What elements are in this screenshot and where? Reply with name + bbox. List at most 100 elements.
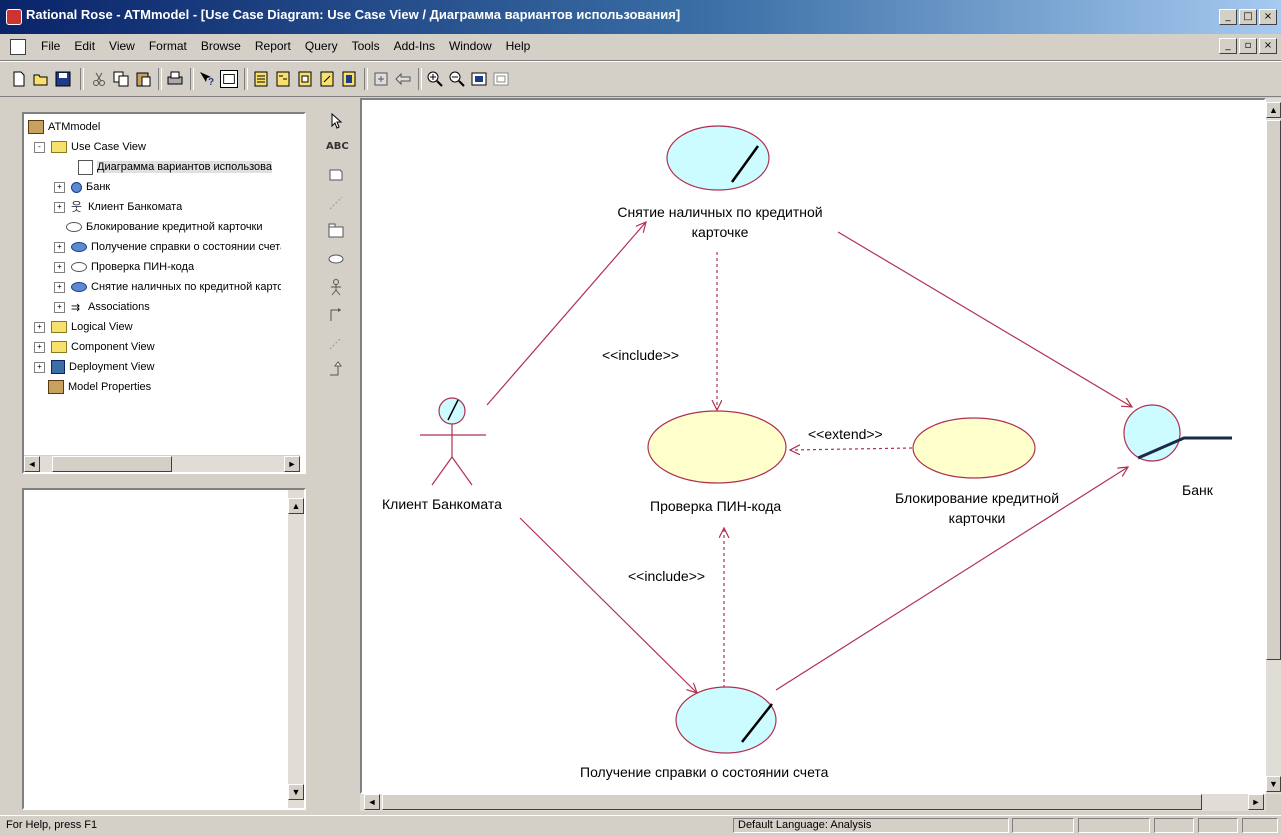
tree-item[interactable]: + Снятие наличных по кредитной карточке xyxy=(54,278,281,296)
expand-icon[interactable]: + xyxy=(34,321,45,333)
zoom-out-icon[interactable] xyxy=(448,70,466,88)
diagram-hscrollbar[interactable]: ◄ ► xyxy=(360,794,1266,811)
use-case-balance[interactable] xyxy=(675,686,777,754)
text-box-tool[interactable]: ABC xyxy=(326,137,349,157)
scroll-thumb[interactable] xyxy=(382,794,1202,810)
browse-previous-icon[interactable] xyxy=(372,70,390,88)
generalization-icon[interactable] xyxy=(326,359,346,379)
menu-tools[interactable]: Tools xyxy=(345,39,387,53)
tree-item[interactable]: Блокирование кредитной карточки xyxy=(66,218,263,236)
tree-item[interactable]: ATMmodel xyxy=(28,118,100,136)
use-case-diagram-canvas[interactable]: Снятие наличных по кредитной карточке <<… xyxy=(360,98,1266,794)
actor-tool-icon[interactable] xyxy=(326,277,346,297)
view-doc-icon[interactable] xyxy=(220,70,238,88)
tree-item[interactable]: + Logical View xyxy=(34,318,133,336)
browse-deployment-diagram-icon[interactable] xyxy=(318,70,336,88)
child-close-button[interactable]: × xyxy=(1259,38,1277,54)
zoom-in-icon[interactable] xyxy=(426,70,444,88)
paste-icon[interactable] xyxy=(134,70,152,88)
new-icon[interactable] xyxy=(10,70,28,88)
collapse-icon[interactable]: - xyxy=(34,141,45,153)
menu-window[interactable]: Window xyxy=(442,39,499,53)
open-icon[interactable] xyxy=(32,70,50,88)
scroll-left-button[interactable]: ◄ xyxy=(24,456,40,472)
browse-interaction-diagram-icon[interactable] xyxy=(274,70,292,88)
scroll-thumb[interactable] xyxy=(52,456,172,472)
expand-icon[interactable]: + xyxy=(54,201,65,213)
use-case-pin[interactable] xyxy=(647,410,787,484)
tree-item[interactable]: + 웃 Клиент Банкомата xyxy=(54,198,182,216)
browse-component-diagram-icon[interactable] xyxy=(296,70,314,88)
expand-icon[interactable]: + xyxy=(54,181,65,193)
menu-report[interactable]: Report xyxy=(248,39,298,53)
expand-icon[interactable]: + xyxy=(54,281,65,293)
dependency-icon[interactable] xyxy=(326,333,346,353)
context-help-icon[interactable]: ? xyxy=(198,70,216,88)
print-icon[interactable] xyxy=(166,70,184,88)
tree-item[interactable]: + Банк xyxy=(54,178,110,196)
save-icon[interactable] xyxy=(54,70,72,88)
expand-icon[interactable]: + xyxy=(54,261,65,273)
child-minimize-button[interactable]: _ xyxy=(1219,38,1237,54)
tree-item[interactable]: + ⇉ Associations xyxy=(54,298,150,316)
browse-class-diagram-icon[interactable] xyxy=(252,70,270,88)
child-restore-button[interactable]: ▫ xyxy=(1239,38,1257,54)
menu-add-ins[interactable]: Add-Ins xyxy=(387,39,442,53)
menu-help[interactable]: Help xyxy=(499,39,538,53)
scroll-thumb[interactable] xyxy=(1266,120,1281,660)
menu-format[interactable]: Format xyxy=(142,39,194,53)
note-icon[interactable] xyxy=(326,165,346,185)
scroll-down-button[interactable]: ▼ xyxy=(1266,776,1281,792)
browse-parent-icon[interactable] xyxy=(340,70,358,88)
expand-icon[interactable]: + xyxy=(34,361,45,373)
association-cash-bank[interactable] xyxy=(837,231,1132,407)
tree-item[interactable]: Диаграмма вариантов использования xyxy=(78,158,272,176)
menu-view[interactable]: View xyxy=(102,39,142,53)
expand-icon[interactable]: + xyxy=(54,301,65,313)
cut-icon[interactable] xyxy=(90,70,108,88)
menu-browse[interactable]: Browse xyxy=(194,39,248,53)
use-case-tool-icon[interactable] xyxy=(326,249,346,269)
anchor-note-icon[interactable] xyxy=(326,193,346,213)
expand-icon[interactable]: + xyxy=(54,241,65,253)
diagram-vscrollbar[interactable]: ▲ ▼ xyxy=(1266,98,1281,794)
actor-client[interactable] xyxy=(420,397,486,486)
package-icon[interactable] xyxy=(326,221,346,241)
scroll-left-button[interactable]: ◄ xyxy=(364,794,380,810)
tree-item[interactable]: + Component View xyxy=(34,338,155,356)
browser-hscrollbar[interactable]: ◄ ► xyxy=(24,455,300,472)
scroll-right-button[interactable]: ► xyxy=(1248,794,1264,810)
document-icon[interactable] xyxy=(10,39,26,55)
scroll-up-button[interactable]: ▲ xyxy=(1266,102,1281,118)
unidirectional-association-icon[interactable] xyxy=(326,305,346,325)
expand-icon[interactable]: + xyxy=(34,341,45,353)
model-browser[interactable]: ATMmodel - Use Case View Диаграмма варианто… xyxy=(22,112,306,474)
go-back-icon[interactable] xyxy=(394,70,412,88)
maximize-button[interactable]: □ xyxy=(1239,9,1257,25)
tree-item[interactable]: + Deployment View xyxy=(34,358,154,376)
tree-item[interactable]: + Получение справки о состоянии счета xyxy=(54,238,281,256)
selection-arrow-icon[interactable] xyxy=(326,111,346,131)
extend-block-pin[interactable] xyxy=(790,448,913,450)
tree-item[interactable]: Model Properties xyxy=(48,378,151,396)
actor-bank[interactable] xyxy=(1123,404,1232,462)
menu-file[interactable]: File xyxy=(34,39,67,53)
use-case-block[interactable] xyxy=(912,417,1036,479)
undo-fit-icon[interactable] xyxy=(492,70,510,88)
fit-in-window-icon[interactable] xyxy=(470,70,488,88)
association-client-cash[interactable] xyxy=(486,222,646,406)
scroll-right-button[interactable]: ► xyxy=(284,456,300,472)
tree-item[interactable]: + Проверка ПИН-кода xyxy=(54,258,194,276)
scroll-down-button[interactable]: ▼ xyxy=(288,784,304,800)
documentation-window[interactable]: ▲ ▼ xyxy=(22,488,306,810)
association-client-balance[interactable] xyxy=(519,517,697,693)
copy-icon[interactable] xyxy=(112,70,130,88)
close-button[interactable]: × xyxy=(1259,9,1277,25)
tree-item[interactable]: - Use Case View xyxy=(34,138,146,156)
menu-edit[interactable]: Edit xyxy=(67,39,102,53)
doc-vscrollbar[interactable]: ▲ ▼ xyxy=(288,490,304,808)
minimize-button[interactable]: _ xyxy=(1219,9,1237,25)
use-case-cash[interactable] xyxy=(666,125,770,191)
menu-query[interactable]: Query xyxy=(298,39,345,53)
scroll-up-button[interactable]: ▲ xyxy=(288,498,304,514)
